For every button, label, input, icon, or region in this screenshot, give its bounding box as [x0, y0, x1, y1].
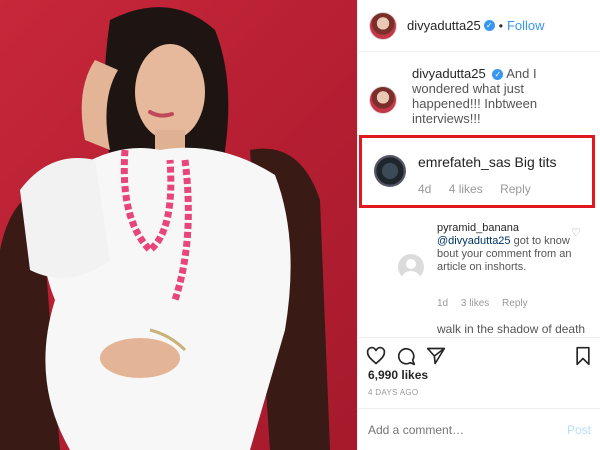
bookmark-icon[interactable] — [573, 346, 593, 366]
like-count[interactable]: 6,990 likes — [368, 368, 428, 382]
follow-button[interactable]: Follow — [507, 18, 545, 33]
highlighted-comment: emrefateh_sas Big tits 4d 4 likes Reply — [359, 135, 595, 208]
comment-reply-button[interactable]: Reply — [502, 298, 528, 309]
comment-likes[interactable]: 3 likes — [461, 298, 489, 309]
highlighted-comment-reply-button[interactable]: Reply — [500, 182, 531, 196]
verified-badge-icon: ✓ — [483, 20, 495, 31]
comment-mention[interactable]: @divyadutta25 — [437, 235, 511, 247]
header-separator: • — [498, 18, 503, 33]
post-comment-button[interactable]: Post — [567, 423, 591, 437]
caption-username[interactable]: divyadutta25 — [412, 66, 486, 81]
comment-like-heart-icon[interactable]: ♡ — [571, 226, 581, 239]
post-photo — [0, 0, 357, 450]
caption-avatar[interactable] — [369, 86, 397, 114]
commenter-avatar[interactable] — [398, 254, 424, 280]
post-header: divyadutta25 ✓ • Follow — [358, 0, 600, 52]
highlighted-comment-text: Big tits — [514, 154, 557, 170]
highlighted-comment-body: emrefateh_sas Big tits — [418, 154, 557, 170]
highlighted-comment-likes[interactable]: 4 likes — [449, 182, 483, 196]
comment-bubble-icon[interactable] — [396, 346, 416, 366]
highlighted-commenter-avatar[interactable] — [374, 155, 406, 187]
comment-body: pyramid_banana @divyadutta25 got to know… — [437, 222, 577, 274]
heart-icon[interactable] — [366, 346, 386, 366]
commenter-username[interactable]: pyramid_banana — [437, 222, 519, 234]
comment-input[interactable] — [368, 422, 528, 437]
author-avatar[interactable] — [369, 11, 397, 40]
next-comment-preview: walk in the shadow of death — [437, 322, 586, 336]
caption-verified-badge-icon: ✓ — [492, 69, 504, 81]
author-username[interactable]: divyadutta25 — [407, 18, 481, 33]
highlighted-comment-meta: 4d 4 likes Reply — [418, 182, 545, 196]
highlighted-commenter-username[interactable]: emrefateh_sas — [418, 154, 511, 170]
post-timestamp: 4 DAYS AGO — [368, 388, 419, 397]
comment-age: 1d — [437, 298, 449, 309]
highlighted-comment-age: 4d — [418, 182, 432, 196]
post-side-panel: divyadutta25 ✓ • Follow divyadutta25 ✓ A… — [357, 0, 600, 450]
post-photo-illustration — [0, 7, 330, 450]
add-comment-bar: Post — [358, 408, 600, 450]
comment-meta: 1d 3 likes Reply — [437, 298, 538, 309]
paper-plane-icon[interactable] — [426, 346, 446, 366]
